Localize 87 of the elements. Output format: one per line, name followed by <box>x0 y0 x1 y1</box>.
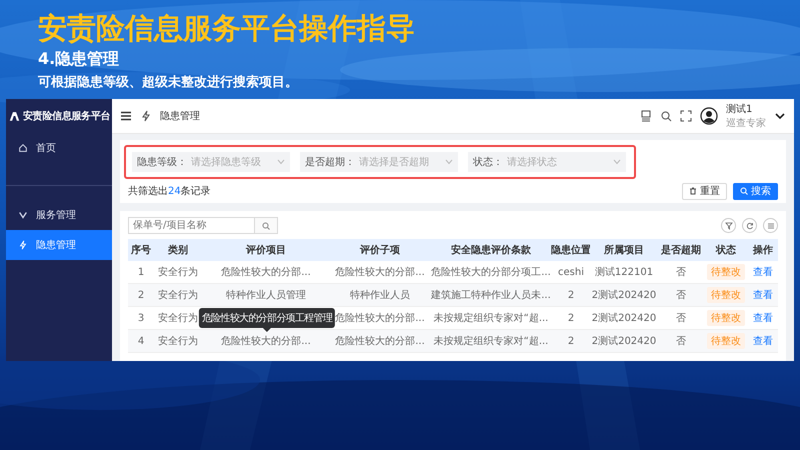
table-cell-text: 危险性较大的分部... <box>221 334 311 348</box>
column-header: 类别 <box>154 239 202 261</box>
status-tag: 待整改 <box>707 264 745 280</box>
table-cell-text: 建筑施工特种作业人员未... <box>431 288 551 302</box>
bolt-icon <box>140 110 152 122</box>
table-cell-text: 安全行为 <box>158 334 198 348</box>
status-tag: 待整改 <box>707 310 745 326</box>
table-cell: 4 <box>138 336 144 346</box>
table-cell-text: 未按规定组织专家对“超... <box>434 312 548 325</box>
layout-icon[interactable] <box>640 110 652 122</box>
refresh-button[interactable] <box>742 218 757 233</box>
search-button[interactable]: 搜索 <box>733 182 778 200</box>
menu-icon[interactable] <box>120 110 132 122</box>
table-cell-text: 安全行为 <box>158 288 198 302</box>
table-cell-text: 安全行为 <box>158 266 198 279</box>
table-cell-text: 2测试202420 <box>592 288 656 302</box>
caret-icon <box>277 159 285 165</box>
table-cell-text: 未按规定组织专家对“超... <box>434 334 548 348</box>
brand-name: 安责险信息服务平台 <box>23 109 110 123</box>
table-cell-text: 2测试202420 <box>592 334 656 348</box>
search-button[interactable] <box>254 217 278 234</box>
logo-icon <box>9 111 20 121</box>
record-count-text: 共筛选出24条记录 <box>128 184 211 198</box>
table-cell-text: 否 <box>676 289 686 302</box>
column-header: 操作 <box>748 239 778 261</box>
refresh-icon <box>746 222 754 230</box>
table-cell-text: 否 <box>676 335 686 348</box>
column-header: 所属项目 <box>590 239 658 261</box>
column-header: 评价项目 <box>202 239 330 261</box>
user-name: 测试1 <box>726 102 754 116</box>
filter-icon <box>724 222 732 230</box>
table-cell-text: 2测试202420 <box>592 312 656 325</box>
column-header: 序号 <box>128 239 154 261</box>
search-icon <box>262 222 270 230</box>
status-tag: 待整改 <box>707 287 745 303</box>
status-tag: 待整改 <box>707 333 745 349</box>
bolt-icon <box>18 240 28 250</box>
table-cell-text: 危险性较大的分部... <box>335 312 425 325</box>
sidebar-item[interactable]: 隐患管理 <box>6 230 112 260</box>
search-icon <box>740 187 748 195</box>
filter-button[interactable] <box>721 218 736 233</box>
filter-select[interactable]: 隐患等级： 请选择隐患等级 <box>132 152 290 172</box>
table-cell: 2 <box>568 290 574 300</box>
home-icon <box>18 143 28 153</box>
column-header: 状态 <box>704 239 748 261</box>
table-cell: 1 <box>138 266 144 278</box>
user-role: 巡查专家 <box>726 116 766 130</box>
reset-button[interactable]: 重置 <box>682 182 727 200</box>
column-settings-button[interactable] <box>763 218 778 233</box>
table-cell: 2 <box>138 290 144 300</box>
section-heading: 4.隐患管理 <box>38 49 120 70</box>
sidebar-item[interactable]: 服务管理 <box>6 200 112 230</box>
table-cell: 2 <box>568 336 574 346</box>
column-header: 安全隐患评价条款 <box>430 239 552 261</box>
column-header: 评价子项 <box>330 239 430 261</box>
section-description: 可根据隐患等级、超级未整改进行搜索项目。 <box>38 74 298 91</box>
search-icon[interactable] <box>660 110 672 122</box>
table-cell-text: 危险性较大的分部... <box>221 266 311 279</box>
avatar-icon[interactable] <box>700 107 718 125</box>
table-cell-text: 安全行为 <box>158 312 198 325</box>
table-cell: 3 <box>138 312 144 324</box>
column-header: 隐患位置 <box>552 239 590 261</box>
caret-icon <box>613 159 621 165</box>
table-cell-text: 特种作业人员管理 <box>226 288 306 302</box>
list-icon <box>766 222 774 230</box>
breadcrumb[interactable]: 隐患管理 <box>160 109 200 123</box>
table-cell-text: 危险性较大的分部... <box>335 334 425 348</box>
view-link[interactable]: 查看 <box>753 265 773 279</box>
table-cell-text: 测试122101 <box>594 266 654 279</box>
table-cell: 2 <box>568 312 574 324</box>
table-cell-text: 否 <box>676 312 686 325</box>
view-link[interactable]: 查看 <box>753 311 773 325</box>
table-cell-text: 否 <box>676 266 686 279</box>
search-field[interactable]: 保单号/项目名称 <box>128 217 254 234</box>
fullscreen-icon[interactable] <box>680 110 692 122</box>
slide-title: 安责险信息服务平台操作指导 <box>38 10 415 46</box>
column-header: 是否超期 <box>658 239 704 261</box>
table-cell-text: 危险性较大的分部分项工... <box>431 266 551 279</box>
table-cell: ceshi <box>558 266 584 278</box>
table-cell-text: 危险性较大的分部... <box>335 266 425 279</box>
table-cell-text: 特种作业人员 <box>350 288 410 302</box>
filter-select[interactable]: 状态： 请选择状态 <box>468 152 626 172</box>
sidebar-item[interactable]: 首页 <box>6 133 112 163</box>
filter-select[interactable]: 是否超期： 请选择是否超期 <box>300 152 458 172</box>
chevron-icon <box>18 210 28 220</box>
trash-icon <box>689 187 697 195</box>
caret-icon <box>445 159 453 165</box>
